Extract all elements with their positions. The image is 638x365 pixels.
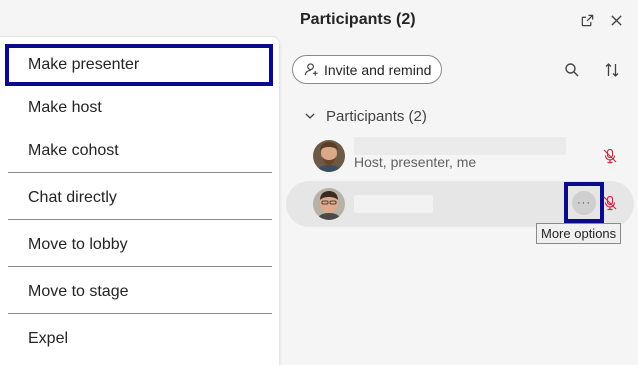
menu-item-move-to-stage[interactable]: Move to stage <box>8 273 272 311</box>
more-options-highlight[interactable]: ··· <box>564 182 604 223</box>
section-label: Participants (2) <box>326 107 427 125</box>
participant-role: Host, presenter, me <box>354 154 477 170</box>
chevron-down-icon <box>304 110 316 122</box>
participant-row[interactable]: Host, presenter, me <box>286 133 634 179</box>
menu-item-label: Move to lobby <box>28 236 128 253</box>
menu-item-chat-directly[interactable]: Chat directly <box>8 179 272 217</box>
panel-title: Participants (2) <box>300 11 416 28</box>
invite-button-label: Invite and remind <box>324 61 432 78</box>
more-options-button[interactable]: ··· <box>572 190 596 215</box>
menu-divider <box>8 266 272 267</box>
menu-divider <box>8 219 272 220</box>
sort-icon[interactable] <box>601 59 623 81</box>
participant-name <box>354 195 433 213</box>
menu-divider <box>8 313 272 314</box>
menu-item-label: Make host <box>28 99 102 116</box>
menu-item-label: Chat directly <box>28 189 117 206</box>
menu-item-label: Expel <box>28 330 69 347</box>
participant-name <box>354 137 566 155</box>
mic-off-icon[interactable] <box>600 146 620 166</box>
menu-item-label: Move to stage <box>28 283 129 300</box>
context-menu-area: Make presenter Make host Make cohost Cha… <box>0 0 282 365</box>
participants-panel: Participants (2) Invite and remind Parti… <box>282 0 638 365</box>
more-options-tooltip: More options <box>536 223 622 244</box>
menu-divider <box>8 172 272 173</box>
menu-item-move-to-lobby[interactable]: Move to lobby <box>8 226 272 264</box>
more-options-icon: ··· <box>577 196 591 209</box>
avatar <box>313 188 345 220</box>
search-icon[interactable] <box>561 59 583 81</box>
menu-item-label: Make cohost <box>28 142 119 159</box>
participant-row[interactable]: ··· <box>286 181 634 227</box>
menu-item-label: Make presenter <box>28 56 140 73</box>
add-person-icon <box>304 62 319 77</box>
popout-icon[interactable] <box>576 9 598 31</box>
avatar <box>313 140 345 172</box>
participant-context-menu: Make presenter Make host Make cohost Cha… <box>0 36 280 365</box>
invite-and-remind-button[interactable]: Invite and remind <box>292 55 442 84</box>
close-icon[interactable] <box>605 9 627 31</box>
menu-item-make-cohost[interactable]: Make cohost <box>8 132 272 170</box>
mic-off-icon[interactable] <box>600 193 620 213</box>
menu-item-expel[interactable]: Expel <box>8 320 272 358</box>
menu-item-make-presenter[interactable]: Make presenter <box>5 44 273 86</box>
participants-section-header[interactable]: Participants (2) <box>304 105 427 127</box>
menu-item-make-host[interactable]: Make host <box>8 89 272 127</box>
